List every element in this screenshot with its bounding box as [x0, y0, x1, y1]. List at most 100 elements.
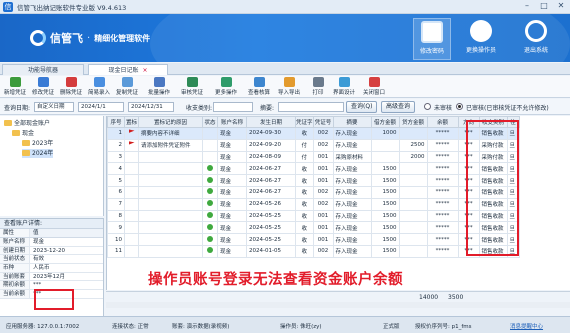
delete-voucher-button[interactable]: 删除凭证 [59, 77, 83, 97]
new-voucher-button[interactable]: 新增凭证 [3, 77, 27, 97]
more-ops-button[interactable]: 更多操作 [214, 77, 238, 97]
print-button[interactable]: 打印 [306, 77, 330, 97]
column-header[interactable]: 余额 [426, 116, 459, 128]
quick-entry-button[interactable]: 简易录入 [87, 77, 111, 97]
server-status: 应用服务器: 127.0.0.1:7002 [6, 324, 80, 330]
switch-operator-button[interactable]: 更换操作员 [462, 18, 500, 60]
close-window-tool-button[interactable]: 关闭窗口 [362, 77, 386, 97]
column-header[interactable]: 状态 [202, 116, 218, 128]
column-header[interactable]: 凭证号 [312, 116, 334, 128]
audited-status-icon [207, 235, 213, 242]
license-status: 授权价序列号: p1_fms [415, 324, 472, 330]
window-title: 信管飞出纳记账软件专业版 V9.4.613 [17, 3, 127, 12]
logo-separator: · [87, 32, 91, 44]
date-from-input[interactable]: 2024/1/1 [78, 102, 124, 112]
close-tab-icon[interactable]: × [142, 67, 147, 74]
header-banner: 信管飞 · 精细化管理软件 修改密码 更换操作员 退出系统 [0, 14, 570, 62]
table-row[interactable]: 10 现金 2024-05-25 收 001 存入现金 1500 ***** *** 销售收款旦 [107, 233, 520, 246]
column-header[interactable]: 凭证字 [295, 116, 314, 128]
audited-status-icon [207, 164, 213, 171]
folder-icon [4, 120, 12, 126]
column-header[interactable]: 账户名称 [217, 116, 247, 128]
operator-status: 操作员: 侏旺(zy) [280, 324, 322, 330]
logo-name: 信管飞 [50, 32, 83, 45]
table-row[interactable]: 2 请添加附件凭证附件 现金 2024-09-20 付 002 存入现金 2500 ***** *… [107, 138, 520, 152]
status-bar: 应用服务器: 127.0.0.1:7002 连接状态: 正常 账套: 演示数据(… [0, 316, 570, 333]
tree-root[interactable]: 全部现金账户 [4, 119, 50, 128]
copy-voucher-button[interactable]: 复制凭证 [115, 77, 139, 97]
summary-input[interactable] [278, 102, 344, 112]
account-set-status: 账套: 演示数据(录视频) [172, 324, 230, 330]
date-label: 查询日期: [4, 105, 31, 112]
table-row[interactable]: 5 现金 2024-06-27 收 001 存入现金 1500 ***** *** 销售收款旦 [107, 174, 520, 187]
change-password-button[interactable]: 修改密码 [413, 18, 451, 60]
audited-status-icon [207, 176, 213, 183]
edit-voucher-button[interactable]: 修改凭证 [31, 77, 55, 97]
tree-year-2024[interactable]: 2024年 [22, 149, 54, 158]
logo-subtitle: 精细化管理软件 [94, 33, 151, 43]
toolbar: 新增凭证 修改凭证 删除凭证 简易录入 复制凭证 批量操作 审核凭证 更多操作 … [0, 76, 570, 98]
app-window: 信 信管飞出纳记账软件专业版 V9.4.613 – □ ✕ 信管飞 · 精细化管… [0, 0, 570, 333]
category-label: 收支类别: [186, 105, 213, 112]
maximize-button[interactable]: □ [537, 1, 551, 12]
user-switch-icon [470, 20, 492, 42]
advanced-query-button[interactable]: 高级查询 [381, 101, 416, 113]
connection-status: 连接状态: 正常 [112, 324, 149, 330]
unaudited-radio[interactable] [424, 103, 431, 110]
close-window-button[interactable]: ✕ [554, 1, 568, 12]
balance-highlight-box [466, 120, 519, 256]
column-header[interactable]: 贷方金额 [398, 116, 428, 128]
audited-status-icon [207, 223, 213, 230]
detail-row: 创建日期 2023-12-20 [0, 246, 103, 256]
balance-detail-highlight-box [34, 289, 74, 310]
tree-account[interactable]: 现金 [12, 129, 34, 138]
total-credit: 3500 [448, 294, 464, 301]
logo-mark-icon [30, 30, 46, 46]
audited-status-icon [207, 247, 213, 254]
audit-voucher-button[interactable]: 审核凭证 [180, 77, 204, 97]
folder-icon [12, 130, 20, 136]
message-center-link[interactable]: 消息提醒中心 [510, 322, 543, 330]
table-row[interactable]: 6 现金 2024-06-27 收 002 存入现金 1500 ***** *** 销售收款旦 [107, 185, 520, 199]
table-row[interactable]: 11 现金 2024-01-05 收 002 存入现金 1500 ***** *** 销售收款旦 [107, 244, 520, 258]
total-debit: 14000 [419, 294, 439, 301]
date-mode-select[interactable]: 自定义日期 [34, 102, 74, 112]
horizontal-scrollbar[interactable] [106, 301, 570, 308]
ui-design-button[interactable]: 界面设计 [332, 77, 356, 97]
column-header[interactable]: 借方金额 [370, 116, 400, 128]
flag-icon [128, 141, 135, 145]
exit-system-button[interactable]: 退出系统 [517, 18, 555, 60]
table-row[interactable]: 3 现金 2024-08-09 付 001 采购原材料 2000 ***** *** 采购付款旦 [107, 150, 520, 164]
column-header[interactable]: 发生日期 [246, 116, 296, 128]
audited-radio[interactable] [456, 103, 463, 110]
audited-status-icon [207, 211, 213, 218]
audited-status-icon [207, 200, 213, 207]
table-row[interactable]: 9 现金 2024-05-25 收 001 存入现金 1500 ***** *** 销售收款旦 [107, 221, 520, 235]
column-header[interactable]: 摘要 [332, 116, 372, 128]
totals-row: 14000 3500 [106, 291, 570, 302]
summary-label: 摘要: [260, 105, 275, 112]
app-icon: 信 [3, 1, 13, 12]
table-row[interactable]: 4 现金 2024-06-27 收 001 存入现金 1500 ***** *** 销售收款旦 [107, 162, 520, 176]
tab-navigator[interactable]: 功能导航器 [2, 64, 84, 75]
table-row[interactable]: 1 摘要内容不详细 现金 2024-09-30 收 002 存入现金 1000 ***** ***… [107, 127, 520, 140]
unaudited-label: 未审核 [434, 105, 453, 112]
edition-status: 正式版 [383, 324, 400, 330]
minimize-button[interactable]: – [520, 1, 534, 12]
column-header[interactable]: 置标 [124, 116, 139, 128]
table-row[interactable]: 8 现金 2024-05-25 收 001 存入现金 1500 ***** *** 销售收款旦 [107, 209, 520, 223]
tree-year-2023[interactable]: 2023年 [22, 139, 53, 148]
column-header[interactable]: 序号 [107, 116, 125, 128]
view-accounting-button[interactable]: 查看核算 [247, 77, 271, 97]
detail-row: 当前状态 有效 [0, 255, 103, 265]
audited-status-icon [207, 188, 213, 195]
detail-row: 当前账套 2023年12月 [0, 272, 103, 282]
batch-ops-button[interactable]: 批量操作 [147, 77, 171, 97]
tab-cash-journal[interactable]: 现金日记账 × [88, 64, 168, 75]
date-to-input[interactable]: 2024/12/31 [128, 102, 174, 112]
query-button[interactable]: 查询(Q) [346, 101, 378, 113]
column-header[interactable]: 置标记的原因 [138, 116, 203, 128]
table-row[interactable]: 7 现金 2024-05-26 收 002 存入现金 1500 ***** *** 销售收款旦 [107, 197, 520, 211]
import-export-button[interactable]: 导入导出 [277, 77, 301, 97]
category-select[interactable] [213, 102, 253, 112]
